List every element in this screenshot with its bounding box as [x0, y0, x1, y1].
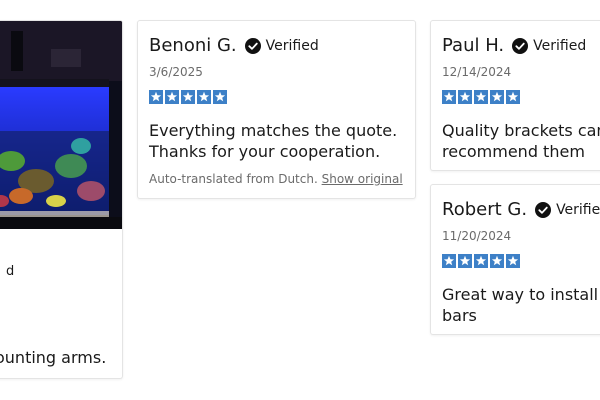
review-photo[interactable] — [0, 21, 122, 229]
star-icon — [442, 89, 456, 104]
review-date: 12/14/2024 — [442, 65, 512, 79]
review-date: 11/20/2024 — [442, 229, 512, 243]
star-icon — [165, 89, 179, 104]
review-header: Robert G. Verified — [442, 199, 600, 220]
verified-check-icon — [535, 201, 552, 218]
review-card: Benoni G. Verified 3/6/2025 Everything m… — [137, 20, 416, 199]
star-icon — [213, 89, 227, 104]
star-icon — [506, 253, 520, 268]
verified-label: Verified — [265, 37, 319, 54]
review-date: 3/6/2025 — [149, 65, 203, 79]
review-text: Great way to install m bars — [442, 284, 600, 326]
review-text-line: Quality brackets can — [442, 121, 600, 140]
review-header: Paul H. Verified — [442, 35, 586, 56]
review-text-line: recommend them — [442, 142, 585, 161]
reviewer-name: Robert G. — [442, 199, 528, 220]
review-text: Quality brackets can recommend them — [442, 120, 600, 162]
star-icon — [149, 89, 163, 104]
reviewer-name: Benoni G. — [149, 35, 237, 56]
reviewer-name: Paul H. — [442, 35, 505, 56]
translation-note: Auto-translated from Dutch. — [149, 172, 318, 186]
star-rating — [149, 89, 227, 104]
show-original-link[interactable]: Show original — [322, 172, 403, 186]
review-header: Benoni G. Verified — [149, 35, 319, 56]
verified-check-icon — [512, 37, 529, 54]
aquarium-image — [0, 21, 122, 229]
star-icon — [458, 253, 472, 268]
star-icon — [181, 89, 195, 104]
review-text-fragment: ounting arms. — [0, 348, 107, 367]
verified-label: Verified — [556, 201, 600, 218]
review-card-partial: d ounting arms. — [0, 20, 123, 379]
review-text-line: Everything matches the quote. — [149, 121, 398, 140]
star-icon — [474, 89, 488, 104]
star-icon — [490, 253, 504, 268]
star-icon — [197, 89, 211, 104]
review-text: Everything matches the quote. Thanks for … — [149, 120, 397, 162]
star-icon — [458, 89, 472, 104]
star-icon — [506, 89, 520, 104]
review-text-line: Great way to install m — [442, 285, 599, 304]
star-icon — [490, 89, 504, 104]
star-icon — [474, 253, 488, 268]
verified-check-icon — [244, 37, 261, 54]
verified-label-fragment: d — [6, 264, 15, 279]
translation-row: Auto-translated from Dutch. Show origina… — [149, 172, 403, 186]
star-rating — [442, 89, 520, 104]
review-text-line: bars — [442, 306, 477, 325]
review-card: Paul H. Verified 12/14/2024 Quality brac… — [430, 20, 600, 171]
review-text-line: Thanks for your cooperation. — [149, 142, 381, 161]
star-icon — [442, 253, 456, 268]
verified-label: Verified — [533, 37, 587, 54]
star-rating — [442, 253, 520, 268]
review-card: Robert G. Verified 11/20/2024 Great way … — [430, 184, 600, 335]
